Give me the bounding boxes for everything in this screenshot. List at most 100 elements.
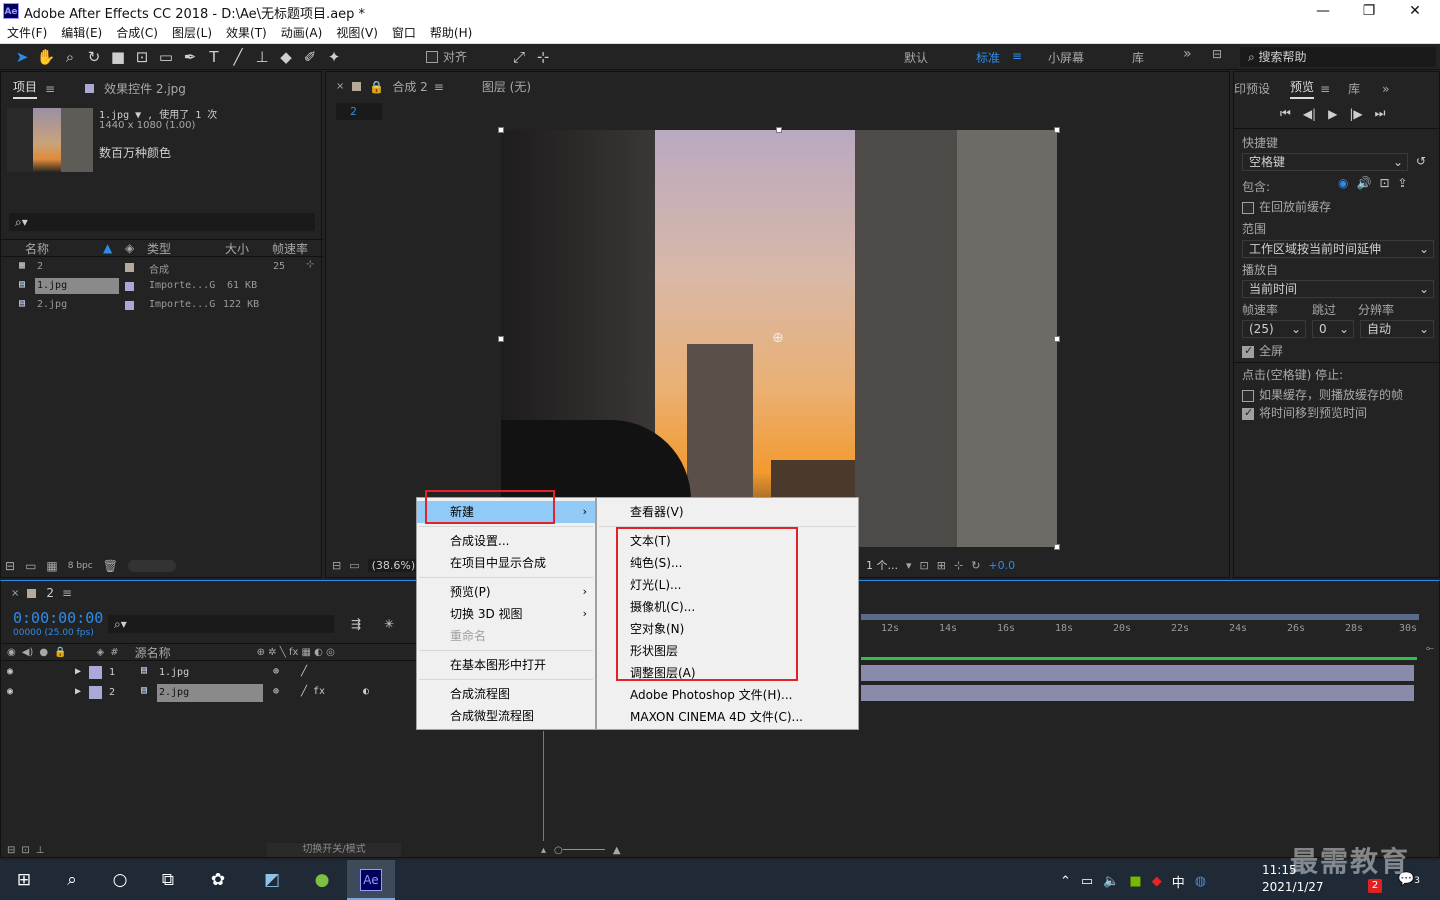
menu-edit[interactable]: 编辑(E) (54, 22, 109, 44)
hand-tool-icon[interactable]: ✋ (34, 46, 58, 68)
minimize-button[interactable]: — (1300, 0, 1346, 22)
expand-layer-switches-icon[interactable]: ⊟ (7, 845, 15, 856)
layer-row-1[interactable]: ◉ ▶ 1 ▤ 1.jpg ⊕ ╱ (1, 663, 417, 683)
transform-handle[interactable] (1054, 544, 1060, 550)
zoom-level[interactable]: (38.6%) (367, 558, 420, 572)
lock-icon[interactable]: 🔒 (369, 80, 384, 94)
expand-arrow-icon[interactable]: ▶ (75, 666, 81, 677)
playhead-line[interactable] (543, 731, 544, 841)
workspace-menu-icon[interactable]: ≡ (1012, 49, 1022, 63)
toggle-switches-modes-button[interactable]: 切换开关/模式 (267, 843, 401, 857)
transform-handle[interactable] (498, 336, 504, 342)
task-view-icon[interactable]: ⧉ (144, 860, 192, 900)
work-area-bar[interactable] (861, 614, 1419, 620)
after-effects-taskbar-button[interactable]: Ae (347, 860, 395, 900)
tab-effects-presets[interactable]: 印预设 (1234, 80, 1270, 97)
cache-before-checkbox[interactable]: 在回放前缓存 (1242, 198, 1331, 215)
col-size[interactable]: 大小 (225, 240, 249, 257)
timecode[interactable]: 0:00:00:00 (13, 609, 103, 627)
solo-icon[interactable]: ● (39, 647, 48, 658)
move-time-checkbox[interactable]: 将时间移到预览时间 (1242, 404, 1367, 421)
snap-options-icon[interactable]: ⤢ (507, 46, 531, 68)
tab-composition[interactable]: 合成 2 (392, 78, 427, 95)
layer-bar-1[interactable] (861, 665, 1414, 681)
visibility-eye-icon[interactable]: ◉ (7, 666, 13, 677)
tab-timeline[interactable]: 2 (46, 586, 54, 600)
rotate-tool-icon[interactable]: ↻ (82, 46, 106, 68)
trash-icon[interactable]: 🗑 (103, 559, 118, 573)
transform-handle[interactable] (1054, 336, 1060, 342)
lock-icon[interactable]: 🔒 (54, 647, 66, 658)
menu-composition[interactable]: 合成(C) (109, 22, 165, 44)
project-search-input[interactable]: ⌕▾ (9, 213, 315, 231)
anchor-point-icon[interactable]: ⊕ (772, 330, 784, 346)
pinwheel-app-icon[interactable]: ✿ (194, 860, 242, 900)
melon-app-icon[interactable]: ● (298, 860, 346, 900)
windows-start-icon[interactable]: ⊞ (0, 860, 48, 900)
visibility-eye-icon[interactable]: ◉ (7, 686, 13, 697)
menu-effect[interactable]: 效果(T) (219, 22, 274, 44)
menu-item-preview[interactable]: 预览(P) › (417, 581, 595, 603)
skip-dropdown[interactable]: 0 ⌄ (1312, 320, 1354, 338)
if-cached-checkbox[interactable]: 如果缓存，则播放缓存的帧 (1242, 386, 1403, 403)
volume-icon[interactable]: 🔈 (1103, 874, 1119, 889)
audio-toggle-icon[interactable]: ◀) (22, 647, 34, 658)
shy-switch-icon[interactable]: ⊕ (273, 666, 279, 677)
submenu-item-cinema4d-file[interactable]: MAXON CINEMA 4D 文件(C)... (597, 706, 858, 728)
include-audio-icon[interactable]: 🔊 (1356, 176, 1371, 190)
thumbnail-slider[interactable] (127, 560, 176, 572)
tab-effect-controls[interactable]: 效果控件 2.jpg (104, 80, 186, 97)
timeline-search-input[interactable]: ⌕▾ (108, 615, 334, 633)
label-column-icon[interactable]: ◈ (97, 647, 105, 658)
selection-tool-icon[interactable]: ➤ (10, 46, 34, 68)
view-count-dropdown[interactable]: 1 个... (866, 557, 898, 573)
project-row-comp[interactable]: ▦ 2 合成 25 ⊹ (1, 258, 323, 277)
expand-timing-icon[interactable]: ⊥ (36, 845, 45, 856)
col-source-name[interactable]: 源名称 (135, 644, 171, 661)
roto-brush-tool-icon[interactable]: ✐ (298, 46, 322, 68)
transform-handle[interactable] (498, 127, 504, 133)
comp-button-icon[interactable]: ⟜ (1426, 643, 1434, 654)
first-frame-icon[interactable]: ⏮ (1280, 106, 1291, 121)
tab-project[interactable]: 项目 (13, 78, 38, 99)
shy-switch-icon[interactable]: ⊕ (273, 686, 279, 697)
close-tab-icon[interactable]: × (11, 588, 19, 599)
notepad-app-icon[interactable]: ◩ (248, 860, 296, 900)
pen-tool-icon[interactable]: ✒ (178, 46, 202, 68)
range-dropdown[interactable]: 工作区域按当前时间延伸 ⌄ (1242, 240, 1434, 258)
zoom-out-icon[interactable]: ▴ (541, 845, 546, 856)
fast-preview-icon[interactable]: ⊡ (920, 559, 929, 572)
show-hidden-icons-icon[interactable]: ⌃ (1060, 874, 1071, 889)
search-help-input[interactable]: ⌕ 搜索帮助 (1240, 47, 1436, 67)
export-icon[interactable]: ⇪ (1398, 176, 1408, 190)
menu-item-open-essential-graphics[interactable]: 在基本图形中打开 (417, 654, 595, 676)
menu-help[interactable]: 帮助(H) (423, 22, 479, 44)
zoom-slider[interactable]: ○─────── (554, 845, 605, 856)
menu-animation[interactable]: 动画(A) (274, 22, 330, 44)
submenu-item-viewer[interactable]: 查看器(V) (597, 501, 858, 523)
label-column-icon[interactable]: ◈ (125, 241, 134, 255)
draft-3d-icon[interactable]: ✳ (384, 617, 394, 631)
menu-item-reveal-in-project[interactable]: 在项目中显示合成 (417, 552, 595, 574)
panel-menu-icon[interactable]: ≡ (1320, 82, 1330, 96)
interpret-footage-icon[interactable]: ⊟ (5, 559, 15, 573)
fullscreen-checkbox[interactable]: 全屏 (1242, 342, 1283, 359)
menu-item-switch-3d-view[interactable]: 切换 3D 视图 › (417, 603, 595, 625)
transparency-grid-icon[interactable]: ⊞ (937, 559, 946, 572)
reset-exposure-icon[interactable]: ↻ (971, 559, 980, 572)
camera-tool-icon[interactable]: ■ (106, 46, 130, 68)
ime-indicator[interactable]: 中 (1172, 872, 1185, 891)
snap-checkbox[interactable] (426, 50, 438, 63)
fps-dropdown[interactable]: (25) ⌄ (1242, 320, 1306, 338)
col-type[interactable]: 类型 (147, 240, 171, 257)
brush-tool-icon[interactable]: ╱ (226, 46, 250, 68)
menu-view[interactable]: 视图(V) (329, 22, 385, 44)
expand-arrow-icon[interactable]: ▶ (75, 686, 81, 697)
clone-stamp-tool-icon[interactable]: ⊥ (250, 46, 274, 68)
workspace-default[interactable]: 默认 (904, 49, 928, 66)
bpc-label[interactable]: 8 bpc (68, 561, 93, 571)
tab-library[interactable]: 库 (1348, 80, 1360, 97)
expand-modes-icon[interactable]: ⊡ (21, 845, 29, 856)
tab-preview[interactable]: 预览 (1290, 78, 1315, 99)
resolution-dropdown[interactable]: 自动 ⌄ (1360, 320, 1434, 338)
